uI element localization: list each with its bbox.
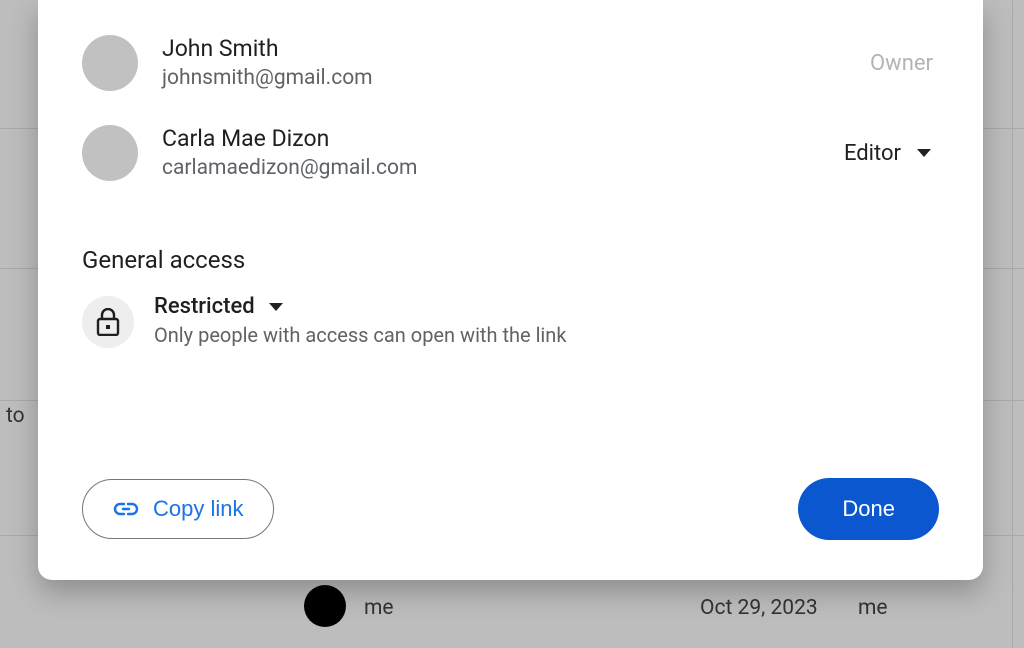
lock-icon-circle [82,296,134,348]
dialog-footer: Copy link Done [82,478,939,540]
bg-text-date: Oct 29, 2023 [700,596,818,620]
avatar [82,35,138,91]
general-access-row: Restricted Only people with access can o… [82,294,939,348]
person-row-editor: Carla Mae Dizon carlamaedizon@gmail.com … [82,108,939,198]
person-name: John Smith [162,34,870,64]
person-name: Carla Mae Dizon [162,124,844,154]
access-description: Only people with access can open with th… [154,323,939,347]
access-info: Restricted Only people with access can o… [154,294,939,347]
role-label-owner: Owner [870,51,939,76]
caret-down-icon [269,303,283,311]
person-info: John Smith johnsmith@gmail.com [162,34,870,92]
bg-text-to: to [6,404,25,428]
caret-down-icon [917,149,931,157]
access-mode-label: Restricted [154,294,255,319]
access-mode-dropdown[interactable]: Restricted [154,294,939,319]
role-label: Editor [844,141,901,166]
bg-text-me: me [364,596,394,620]
bg-avatar [304,585,346,627]
lock-icon [96,308,120,336]
bg-text-me2: me [858,596,888,620]
share-dialog: John Smith johnsmith@gmail.com Owner Car… [38,0,983,580]
role-dropdown-editor[interactable]: Editor [844,141,939,166]
person-info: Carla Mae Dizon carlamaedizon@gmail.com [162,124,844,182]
copy-link-label: Copy link [153,496,243,522]
person-email: johnsmith@gmail.com [162,64,870,92]
done-button[interactable]: Done [798,478,939,540]
avatar [82,125,138,181]
person-email: carlamaedizon@gmail.com [162,154,844,182]
link-icon [113,501,139,517]
copy-link-button[interactable]: Copy link [82,479,274,539]
person-row-owner: John Smith johnsmith@gmail.com Owner [82,0,939,108]
general-access-title: General access [82,246,939,274]
